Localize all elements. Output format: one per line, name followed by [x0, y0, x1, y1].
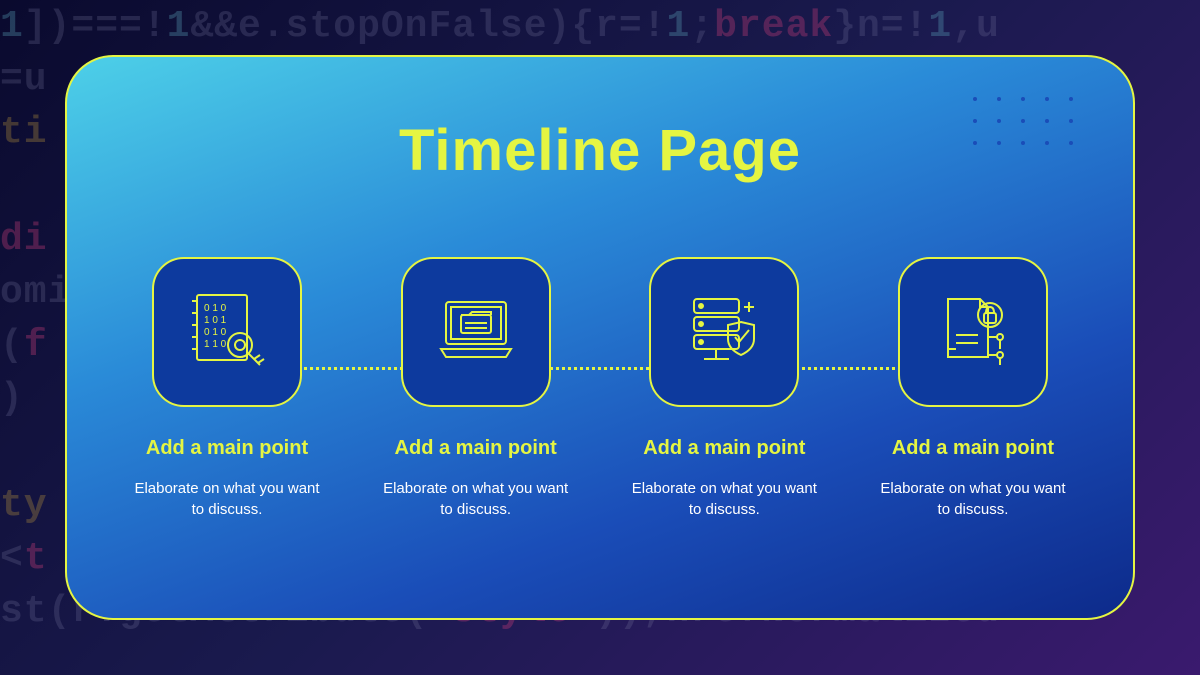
timeline-step: Add a main point Elaborate on what you w…: [614, 257, 834, 520]
server-shield-icon: [649, 257, 799, 407]
timeline-step: Add a main point Elaborate on what you w…: [863, 257, 1083, 520]
svg-text:1 1 0: 1 1 0: [204, 339, 227, 350]
step-heading: Add a main point: [395, 437, 557, 460]
step-heading: Add a main point: [643, 437, 805, 460]
step-heading: Add a main point: [146, 437, 308, 460]
laptop-folder-icon: [401, 257, 551, 407]
timeline-row: 0 1 0 1 0 1 0 1 0 1 1 0 Add a main point…: [117, 257, 1083, 520]
decorative-dot-grid: [968, 92, 1078, 150]
timeline-step: Add a main point Elaborate on what you w…: [366, 257, 586, 520]
step-description: Elaborate on what you want to discuss.: [376, 478, 576, 520]
svg-text:0 1 0: 0 1 0: [204, 327, 227, 338]
step-description: Elaborate on what you want to discuss.: [127, 478, 327, 520]
step-description: Elaborate on what you want to discuss.: [873, 478, 1073, 520]
timeline-step: 0 1 0 1 0 1 0 1 0 1 1 0 Add a main point…: [117, 257, 337, 520]
document-lock-icon: [898, 257, 1048, 407]
step-heading: Add a main point: [892, 437, 1054, 460]
svg-text:1 0 1: 1 0 1: [204, 315, 227, 326]
svg-text:0 1 0: 0 1 0: [204, 303, 227, 314]
binary-key-icon: 0 1 0 1 0 1 0 1 0 1 1 0: [152, 257, 302, 407]
main-card: Timeline Page 0 1 0 1 0 1 0 1 0 1 1 0 Ad…: [65, 55, 1135, 620]
page-title: Timeline Page: [107, 117, 1093, 184]
step-description: Elaborate on what you want to discuss.: [624, 478, 824, 520]
